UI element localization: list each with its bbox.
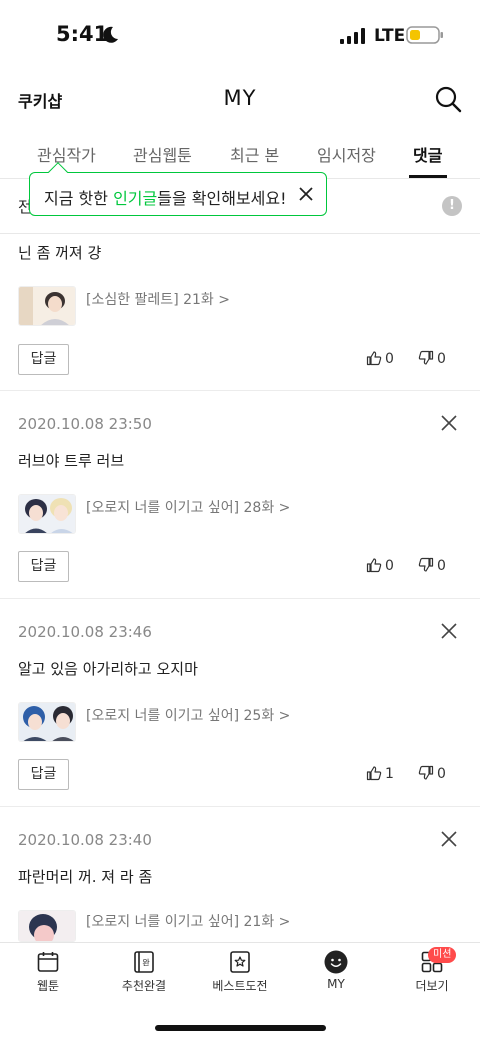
moon-icon [103,26,118,43]
calendar-icon [37,952,59,972]
like-button[interactable]: 0 [366,557,394,574]
episode-thumbnail[interactable] [18,286,76,326]
episode-link[interactable]: [오로지 너를 이기고 싶어] 28화 > [86,497,290,517]
dislike-button[interactable]: 0 [418,350,446,367]
nav-label: 추천완결 [121,979,167,993]
nav-label: 더보기 [415,979,449,993]
episode-thumbnail[interactable] [18,910,76,942]
thumbs-up-icon [366,558,382,573]
nav-more[interactable]: 미션 더보기 [384,943,480,1003]
thumbs-down-icon [418,557,434,572]
tab-favorite-authors[interactable]: 관심작가 [37,142,96,166]
comment-item: 닌 좀 꺼져 걍 [소심한 팔레트] 21화 > 답글 0 0 [0,234,480,391]
reply-button[interactable]: 답글 [18,344,69,375]
dislike-button[interactable]: 0 [418,557,446,574]
reply-button[interactable]: 답글 [18,551,69,582]
episode-link[interactable]: [오로지 너를 이기고 싶어] 21화 > [86,911,290,931]
comment-item: 2020.10.08 23:46 알고 있음 아가리하고 오지마 [오로지 너를… [0,599,480,807]
reply-button[interactable]: 답글 [18,759,69,790]
battery-icon [406,26,443,44]
active-tab-indicator [409,175,447,178]
home-indicator [155,1025,326,1031]
nav-webtoon[interactable]: 웹툰 [0,943,96,1003]
nav-best-challenge[interactable]: 베스트도전 [192,943,288,1003]
tooltip-text: 지금 핫한 인기글들을 확인해보세요! [44,189,287,208]
tooltip-highlight: 인기글 [113,189,158,208]
star-box-icon [230,951,250,973]
thumbs-down-icon [418,765,434,780]
comment-text: 닌 좀 꺼져 걍 [18,244,102,262]
info-icon[interactable]: ! [442,196,462,216]
episode-link[interactable]: [오로지 너를 이기고 싶어] 25화 > [86,705,290,725]
thumbs-down-icon [418,350,434,365]
comment-item: 2020.10.08 23:50 러브야 트루 러브 [오로지 너를 이기고 싶… [0,391,480,599]
episode-link[interactable]: [소심한 팔레트] 21화 > [86,289,230,309]
smiley-icon [324,950,348,974]
comment-date: 2020.10.08 23:46 [18,623,152,641]
page-title: MY [223,86,257,110]
book-complete-icon: 완 [134,951,154,973]
svg-text:완: 완 [142,959,150,968]
status-bar: 5:41 LTE [0,0,480,70]
close-icon[interactable] [298,186,314,202]
tab-drafts[interactable]: 임시저장 [317,142,376,166]
network-label: LTE [374,26,406,46]
comment-text: 러브야 트루 러브 [18,452,125,470]
search-icon[interactable] [434,85,462,113]
tab-recent[interactable]: 최근 본 [230,142,279,166]
comment-text: 알고 있음 아가리하고 오지마 [18,660,198,678]
signal-icon [340,28,365,44]
comment-item: 2020.10.08 23:40 파란머리 꺼. 져 라 좀 [오로지 너를 이… [0,807,480,942]
delete-icon[interactable] [440,830,458,848]
nav-label: MY [327,977,345,991]
thumbs-up-icon [366,766,382,781]
episode-thumbnail[interactable] [18,494,76,534]
thumbs-up-icon [366,351,382,366]
comment-date: 2020.10.08 23:40 [18,831,152,849]
nav-recommended-complete[interactable]: 완 추천완결 [96,943,192,1003]
comment-date: 2020.10.08 23:50 [18,415,152,433]
nav-label: 베스트도전 [212,979,268,993]
bottom-nav: 웹툰 완 추천완결 베스트도전 MY 미션 더보기 [0,942,480,1002]
header: 쿠키샵 MY [0,70,480,128]
tab-favorite-webtoons[interactable]: 관심웹툰 [133,142,192,166]
comment-text: 파란머리 꺼. 져 라 좀 [18,868,153,886]
mission-badge: 미션 [428,947,457,963]
episode-thumbnail[interactable] [18,702,76,742]
like-button[interactable]: 0 [366,350,394,367]
delete-icon[interactable] [440,414,458,432]
delete-icon[interactable] [440,622,458,640]
nav-label: 웹툰 [36,979,60,993]
tab-comments[interactable]: 댓글 [413,142,442,166]
nav-my[interactable]: MY [288,943,384,1003]
dislike-button[interactable]: 0 [418,765,446,782]
popular-posts-tooltip[interactable]: 지금 핫한 인기글들을 확인해보세요! [29,172,327,216]
like-button[interactable]: 1 [366,765,394,782]
